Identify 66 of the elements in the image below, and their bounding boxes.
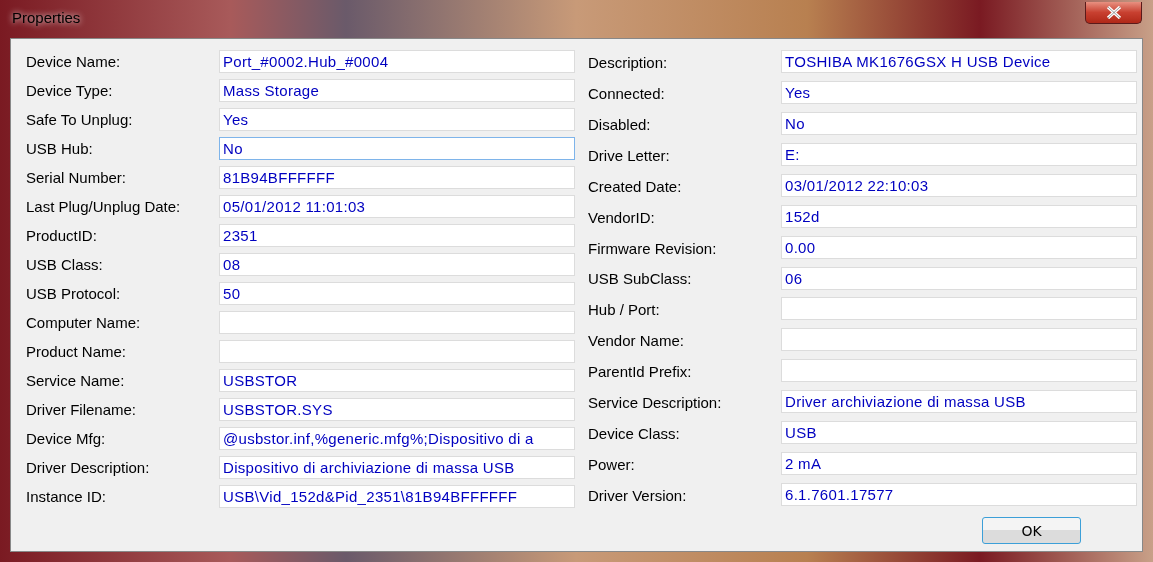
value-field[interactable]: Yes [219,108,575,131]
value-field[interactable]: 81B94BFFFFFF [219,166,575,189]
window-title: Properties [12,9,81,26]
value-field[interactable]: 06 [781,266,1137,290]
value-field[interactable] [781,359,1137,383]
close-button[interactable] [1085,2,1142,24]
value-field[interactable] [219,311,575,334]
value-field[interactable]: 03/01/2012 22:10:03 [781,173,1137,197]
field-label: Instance ID: [26,488,108,505]
value-field[interactable]: USB\Vid_152d&Pid_2351\81B94BFFFFFF [219,485,575,508]
field-label: Disabled: [588,115,652,133]
value-field[interactable]: 2 mA [781,452,1137,476]
value-field[interactable]: No [781,111,1137,135]
field-label: Device Class: [588,425,681,443]
value-field[interactable] [781,297,1137,321]
field-label: ProductID: [26,227,98,244]
field-label: USB Protocol: [26,285,122,302]
value-field[interactable]: TOSHIBA MK1676GSX H USB Device [781,50,1137,73]
field-label: Driver Filename: [26,401,138,418]
field-label: Device Name: [26,53,122,70]
field-label: Service Description: [588,394,723,412]
value-field[interactable]: 6.1.7601.17577 [781,483,1137,507]
value-field[interactable]: 0.00 [781,235,1137,259]
value-field[interactable]: E: [781,142,1137,166]
field-label: Drive Letter: [588,146,671,164]
value-field[interactable]: 05/01/2012 11:01:03 [219,195,575,218]
field-label: USB SubClass: [588,270,693,288]
field-label: Created Date: [588,177,683,195]
value-field[interactable] [219,340,575,363]
field-label: USB Class: [26,256,104,273]
field-label: ParentId Prefix: [588,363,693,381]
value-field[interactable]: Yes [781,80,1137,104]
field-label: Power: [588,456,636,474]
field-label: Serial Number: [26,169,128,186]
field-label: Device Type: [26,82,114,99]
field-label: Product Name: [26,343,128,360]
value-field[interactable]: Port_#0002.Hub_#0004 [219,50,575,73]
value-field[interactable]: 08 [219,253,575,276]
field-label: Device Mfg: [26,430,107,447]
value-field[interactable]: Mass Storage [219,79,575,102]
field-label: USB Hub: [26,140,94,157]
field-label: Firmware Revision: [588,239,718,257]
value-field[interactable]: 152d [781,204,1137,228]
field-label: Hub / Port: [588,301,661,319]
field-label: Description: [588,53,669,71]
value-field[interactable]: USBSTOR [219,369,575,392]
value-field[interactable] [781,328,1137,352]
field-label: Last Plug/Unplug Date: [26,198,182,215]
value-field[interactable]: 2351 [219,224,575,247]
value-field[interactable]: USB [781,421,1137,445]
value-field[interactable]: USBSTOR.SYS [219,398,575,421]
value-field[interactable]: Dispositivo di archiviazione di massa USB [219,456,575,479]
field-label: Driver Version: [588,487,688,505]
value-field[interactable]: 50 [219,282,575,305]
ok-button[interactable]: OK [982,517,1081,544]
field-label: Driver Description: [26,459,151,476]
value-field[interactable]: Driver archiviazione di massa USB [781,390,1137,414]
value-field[interactable]: No [219,137,575,160]
field-label: Service Name: [26,372,126,389]
field-label: Connected: [588,84,666,102]
field-label: Vendor Name: [588,332,685,350]
field-label: Computer Name: [26,314,142,331]
field-label: Safe To Unplug: [26,111,134,128]
field-label: VendorID: [588,208,656,226]
value-field[interactable]: @usbstor.inf,%generic.mfg%;Dispositivo di a [219,427,575,450]
close-icon [1105,6,1122,19]
